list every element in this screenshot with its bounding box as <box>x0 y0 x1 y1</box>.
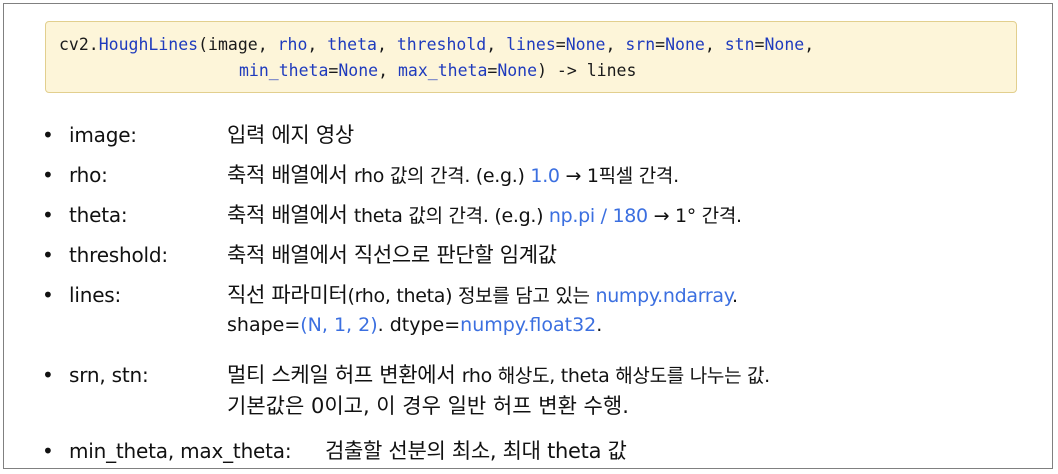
desc-text: rho 값의 간격. (e.g.) <box>353 165 531 187</box>
param-name: image: <box>69 123 137 147</box>
signature-none: None <box>338 61 379 80</box>
param-name: threshold: <box>69 243 168 267</box>
param-description: 직선 파라미터(rho, theta) 정보를 담고 있는 numpy.ndar… <box>227 280 738 311</box>
param-name: theta: <box>69 203 128 227</box>
param-name: min_theta, max_theta: <box>69 439 292 463</box>
signature-none: None <box>764 35 805 54</box>
signature-text: , <box>378 61 398 80</box>
desc-text: . <box>596 314 603 336</box>
desc-korean: 축적 배열에서 <box>227 203 354 227</box>
desc-korean: 멀티 스케일 허프 변환에서 <box>227 363 462 387</box>
desc-text: theta 값의 간격. (e.g.) <box>353 205 549 227</box>
signature-line-2: min_theta=None, max_theta=None) -> lines <box>239 60 636 82</box>
param-description: 검출할 선분의 최소, 최대 theta 값 <box>325 439 627 463</box>
slide-frame: cv2.HoughLines(image, rho, theta, thresh… <box>3 3 1053 469</box>
signature-text: = <box>555 35 566 54</box>
param-description-continuation: 기본값은 0이고, 이 경우 일반 허프 변환 수행. <box>227 394 629 418</box>
desc-example-value: np.pi / 180 <box>548 205 648 227</box>
signature-arg: image, <box>208 35 278 54</box>
signature-kw-srn: srn <box>625 35 656 54</box>
signature-arg-theta: theta <box>327 35 377 54</box>
signature-text: , <box>307 35 328 54</box>
param-name: lines: <box>69 283 122 307</box>
param-description: 축적 배열에서 theta 값의 간격. (e.g.) np.pi / 180 … <box>227 200 742 231</box>
signature-arg-rho: rho <box>277 35 308 54</box>
desc-text: rho 해상도, theta 해상도를 나누는 값. <box>461 365 770 387</box>
signature-none: None <box>565 35 606 54</box>
signature-text: = <box>487 61 498 80</box>
param-description: 축적 배열에서 직선으로 판단할 임계값 <box>227 243 557 267</box>
signature-text: , <box>704 35 725 54</box>
signature-kw-stn: stn <box>724 35 755 54</box>
desc-shape-value: (N, 1, 2) <box>300 314 378 336</box>
param-description: 축적 배열에서 rho 값의 간격. (e.g.) 1.0 → 1픽셀 간격. <box>227 160 679 191</box>
desc-type-name: numpy.ndarray <box>595 285 732 307</box>
signature-text: , <box>486 35 507 54</box>
signature-line-1: cv2.HoughLines(image, rho, theta, thresh… <box>59 34 814 56</box>
param-description: 입력 에지 영상 <box>227 123 354 147</box>
signature-text: , <box>804 35 815 54</box>
desc-korean: 직선 파라미터 <box>227 283 348 307</box>
signature-text: = <box>328 61 339 80</box>
bullet: • <box>42 363 54 387</box>
desc-example-value: 1.0 <box>530 165 560 187</box>
function-signature-box: cv2.HoughLines(image, rho, theta, thresh… <box>45 21 1017 93</box>
bullet: • <box>42 163 54 187</box>
bullet: • <box>42 123 54 147</box>
bullet: • <box>42 243 54 267</box>
desc-text: → 1픽셀 간격. <box>559 165 679 187</box>
param-description-continuation: shape=(N, 1, 2). dtype=numpy.float32. <box>227 310 602 340</box>
signature-none: None <box>665 35 705 54</box>
bullet: • <box>42 439 54 463</box>
bullet: • <box>42 203 54 227</box>
signature-function-name: HoughLines <box>98 35 199 54</box>
signature-kw-lines: lines <box>506 35 556 54</box>
signature-text: , <box>605 35 626 54</box>
signature-text: , <box>376 35 397 54</box>
signature-text: = <box>655 35 666 54</box>
signature-none: None <box>497 61 538 80</box>
desc-dtype-value: numpy.float32 <box>460 314 597 336</box>
bullet: • <box>42 283 54 307</box>
signature-kw-max-theta: max_theta <box>397 61 488 80</box>
signature-text: ( <box>198 35 209 54</box>
desc-text: (rho, theta) 정보를 담고 있는 <box>347 285 596 307</box>
param-name: srn, stn: <box>69 363 149 387</box>
signature-text: = <box>754 35 765 54</box>
signature-arg-threshold: threshold <box>396 35 487 54</box>
desc-text: . <box>732 285 738 307</box>
signature-module: cv2. <box>59 35 99 54</box>
desc-text: → 1° 간격. <box>647 205 743 227</box>
desc-text: . dtype= <box>377 314 461 336</box>
signature-kw-min-theta: min_theta <box>239 61 329 80</box>
desc-text: shape= <box>227 314 301 336</box>
param-name: rho: <box>69 163 108 187</box>
signature-return: ) -> lines <box>537 61 637 80</box>
desc-korean: 축적 배열에서 <box>227 163 354 187</box>
param-description: 멀티 스케일 허프 변환에서 rho 해상도, theta 해상도를 나누는 값… <box>227 360 770 391</box>
